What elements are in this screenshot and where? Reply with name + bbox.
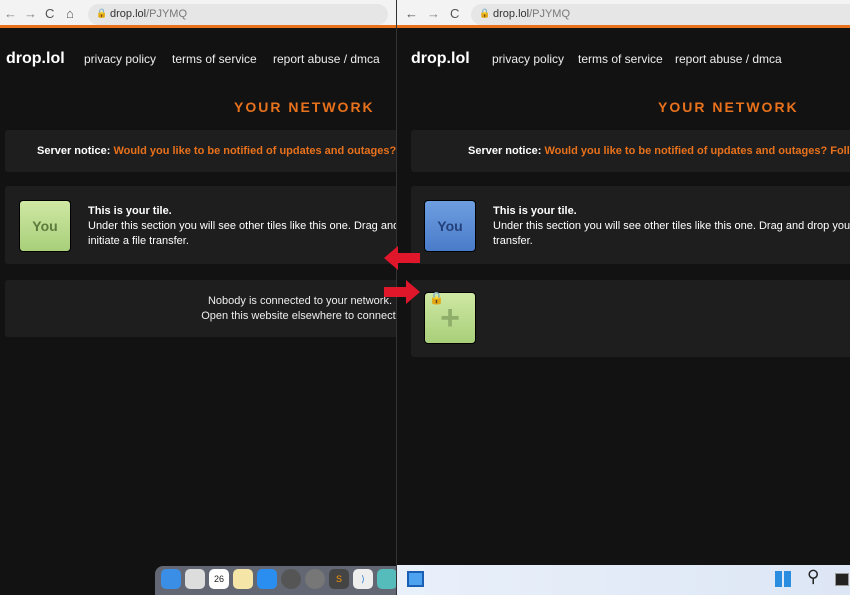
tableplus-icon[interactable] xyxy=(305,569,325,589)
right-browser-window: ← → C 🔒 drop.lol/PJYMQ drop.lol privacy p… xyxy=(396,0,850,595)
your-tile: You xyxy=(424,200,476,252)
url-host: drop.lol xyxy=(110,8,147,20)
forward-button[interactable]: → xyxy=(427,6,440,21)
lock-icon: 🔒 xyxy=(96,8,108,18)
left-browser-window: ← → C ⌂ 🔒 drop.lol/PJYMQ drop.lol privacy… xyxy=(0,0,396,595)
notice-label: Server notice: xyxy=(37,145,111,157)
start-icon[interactable] xyxy=(775,571,791,587)
report-abuse-link[interactable]: report abuse / dmca xyxy=(675,52,782,66)
tile-title: This is your tile. xyxy=(88,205,172,217)
your-tile-card: You This is your tile. Under this section… xyxy=(5,186,396,264)
your-tile-card: You This is your tile. Under this section… xyxy=(411,186,850,264)
reload-button[interactable]: C xyxy=(45,6,54,21)
arrow-right-icon xyxy=(384,280,420,304)
empty-network-card: Nobody is connected to your network. Open… xyxy=(5,280,396,337)
widgets-icon[interactable] xyxy=(407,571,424,587)
vscode-icon[interactable]: ⟩ xyxy=(353,569,373,589)
page-title: YOUR NETWORK xyxy=(658,99,799,115)
site-logo[interactable]: drop.lol xyxy=(411,50,470,68)
back-button[interactable]: ← xyxy=(4,6,17,21)
site-logo[interactable]: drop.lol xyxy=(6,50,65,68)
your-tile: You xyxy=(19,200,71,252)
lock-icon: 🔒 xyxy=(429,291,444,305)
search-icon[interactable]: ⚲ xyxy=(807,567,819,587)
transfer-arrows xyxy=(384,246,420,304)
mac-dock: 26 S ⟩ xyxy=(155,566,396,595)
sublime-text-icon[interactable]: S xyxy=(329,569,349,589)
address-bar[interactable]: 🔒 drop.lol/PJYMQ xyxy=(88,4,388,25)
reload-button[interactable]: C xyxy=(450,6,459,21)
peer-tile[interactable]: 🔒 + xyxy=(424,291,476,344)
page-title: YOUR NETWORK xyxy=(234,99,375,115)
files-icon[interactable] xyxy=(377,569,396,589)
server-notice: Server notice: Would you like to be noti… xyxy=(411,130,850,172)
privacy-policy-link[interactable]: privacy policy xyxy=(84,52,156,66)
terms-link[interactable]: terms of service xyxy=(172,52,257,66)
notice-label: Server notice: xyxy=(468,145,542,157)
system-preferences-icon[interactable] xyxy=(281,569,301,589)
tile-title: This is your tile. xyxy=(493,205,577,217)
forward-button[interactable]: → xyxy=(24,6,37,21)
tile-description: Under this section you will see other ti… xyxy=(493,220,850,247)
address-bar[interactable]: 🔒 drop.lol/PJYMQ xyxy=(471,4,850,25)
arrow-left-icon xyxy=(384,246,420,270)
site-nav: drop.lol privacy policy terms of service… xyxy=(397,44,850,72)
browser-toolbar: ← → C ⌂ 🔒 drop.lol/PJYMQ xyxy=(0,0,396,28)
finder-icon[interactable] xyxy=(161,569,181,589)
terms-link[interactable]: terms of service xyxy=(578,52,663,66)
notice-link[interactable]: Would you like to be notified of updates… xyxy=(113,145,396,157)
notice-link[interactable]: Would you like to be notified of updates… xyxy=(544,145,850,157)
launchpad-icon[interactable] xyxy=(185,569,205,589)
privacy-policy-link[interactable]: privacy policy xyxy=(492,52,564,66)
peers-card: 🔒 + xyxy=(411,280,850,357)
url-path: /PJYMQ xyxy=(529,8,571,20)
back-button[interactable]: ← xyxy=(405,6,418,21)
tile-description: Under this section you will see other ti… xyxy=(88,220,396,247)
app-store-icon[interactable] xyxy=(257,569,277,589)
notes-icon[interactable] xyxy=(233,569,253,589)
url-path: /PJYMQ xyxy=(146,8,188,20)
empty-hint: Open this website elsewhere to connect. xyxy=(201,310,396,322)
url-host: drop.lol xyxy=(493,8,530,20)
calendar-icon[interactable]: 26 xyxy=(209,569,229,589)
site-nav: drop.lol privacy policy terms of service… xyxy=(0,44,396,72)
server-notice: Server notice: Would you like to be noti… xyxy=(5,130,396,172)
task-view-icon[interactable] xyxy=(835,573,849,586)
home-button[interactable]: ⌂ xyxy=(66,6,74,21)
lock-icon: 🔒 xyxy=(479,8,491,18)
windows-taskbar: ⚲ xyxy=(397,565,850,595)
browser-toolbar: ← → C 🔒 drop.lol/PJYMQ xyxy=(397,0,850,28)
report-abuse-link[interactable]: report abuse / dmca xyxy=(273,52,380,66)
empty-message: Nobody is connected to your network. xyxy=(207,295,393,307)
